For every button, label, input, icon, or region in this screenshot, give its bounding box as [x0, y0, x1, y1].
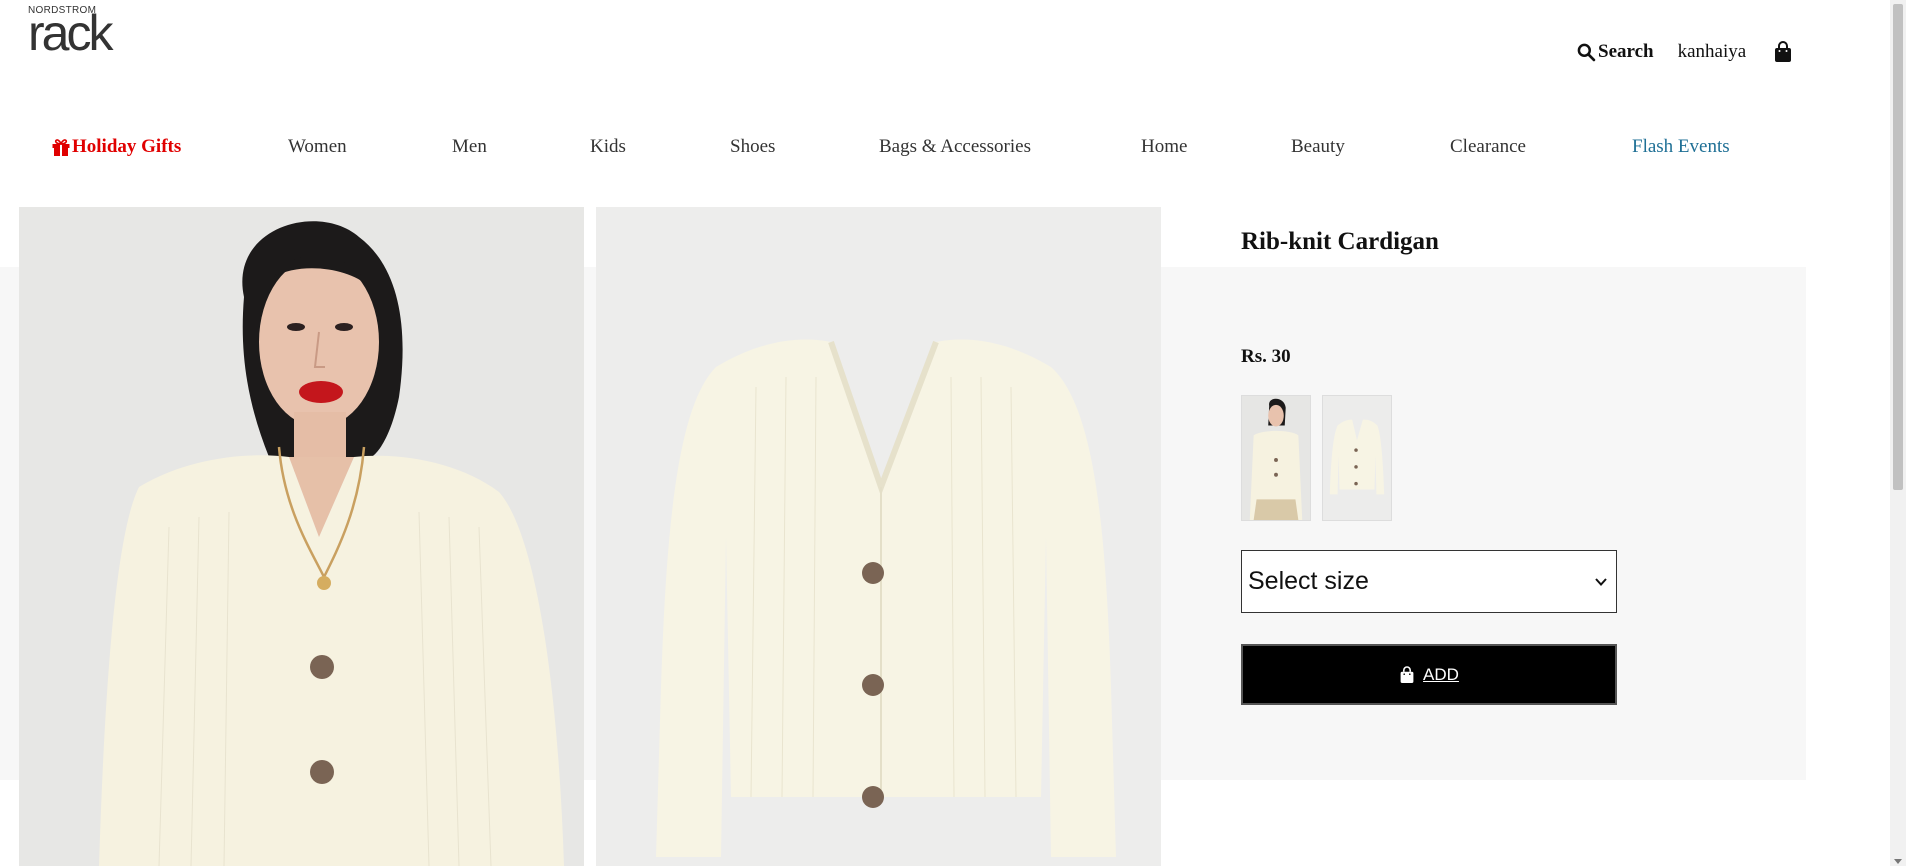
shopping-bag-icon: [1775, 41, 1792, 62]
nav-label: Kids: [590, 136, 626, 157]
gift-icon: [52, 139, 70, 156]
product-thumbnail-model[interactable]: [1241, 395, 1311, 521]
nav-item-home[interactable]: Home: [1141, 136, 1187, 158]
nav-item-men[interactable]: Men: [452, 136, 487, 158]
nav-label: Shoes: [730, 136, 776, 157]
nav-label: Bags & Accessories: [879, 136, 1031, 157]
logo-brand-main: rack: [28, 5, 113, 61]
add-to-bag-button[interactable]: ADD: [1241, 644, 1617, 705]
main-navigation: Holiday Gifts Women Men Kids Shoes Bags …: [0, 136, 1906, 166]
thumbnail-model-image: [1242, 396, 1310, 520]
nav-label: Beauty: [1291, 136, 1345, 157]
nav-item-clearance[interactable]: Clearance: [1450, 136, 1526, 158]
thumbnail-flat-image: [1323, 396, 1391, 520]
header-actions: Search kanhaiya: [1576, 38, 1793, 66]
product-image-flat[interactable]: [596, 207, 1161, 866]
nav-item-kids[interactable]: Kids: [590, 136, 626, 158]
nav-label: Flash Events: [1632, 136, 1730, 157]
product-title: Rib-knit Cardigan: [1241, 228, 1439, 255]
nav-item-beauty[interactable]: Beauty: [1291, 136, 1345, 158]
nav-label: Women: [288, 136, 347, 157]
shopping-bag-button[interactable]: [1773, 41, 1793, 63]
size-select[interactable]: Select size: [1241, 550, 1617, 613]
nav-label: Men: [452, 136, 487, 157]
account-username[interactable]: kanhaiya: [1678, 41, 1747, 63]
nav-item-holiday-gifts[interactable]: Holiday Gifts: [51, 136, 181, 158]
scroll-down-arrow-icon[interactable]: [1894, 859, 1902, 864]
cardigan-flat-image: [596, 207, 1161, 866]
product-image-model[interactable]: [19, 207, 584, 866]
search-link[interactable]: Search: [1576, 41, 1654, 63]
nav-item-bags-accessories[interactable]: Bags & Accessories: [879, 136, 1031, 158]
chevron-down-icon: [1595, 577, 1607, 586]
nav-label: Home: [1141, 136, 1188, 157]
add-button-label: ADD: [1423, 664, 1459, 684]
store-logo[interactable]: NORDSTROM rack: [28, 5, 138, 61]
search-icon: [1577, 43, 1596, 62]
nav-item-shoes[interactable]: Shoes: [730, 136, 775, 158]
nav-item-flash-events[interactable]: Flash Events: [1632, 136, 1730, 158]
model-wearing-cardigan-image: [19, 207, 584, 866]
scrollbar-thumb[interactable]: [1893, 4, 1903, 490]
nav-label: Clearance: [1450, 136, 1526, 157]
search-label: Search: [1598, 41, 1654, 62]
nav-item-women[interactable]: Women: [288, 136, 347, 158]
product-price: Rs. 30: [1241, 346, 1291, 367]
product-thumbnail-flat[interactable]: [1322, 395, 1392, 521]
size-select-value: Select size: [1248, 567, 1369, 595]
page-scrollbar[interactable]: [1890, 0, 1906, 866]
shopping-bag-icon: [1400, 665, 1414, 683]
nav-label: Holiday Gifts: [72, 136, 182, 157]
